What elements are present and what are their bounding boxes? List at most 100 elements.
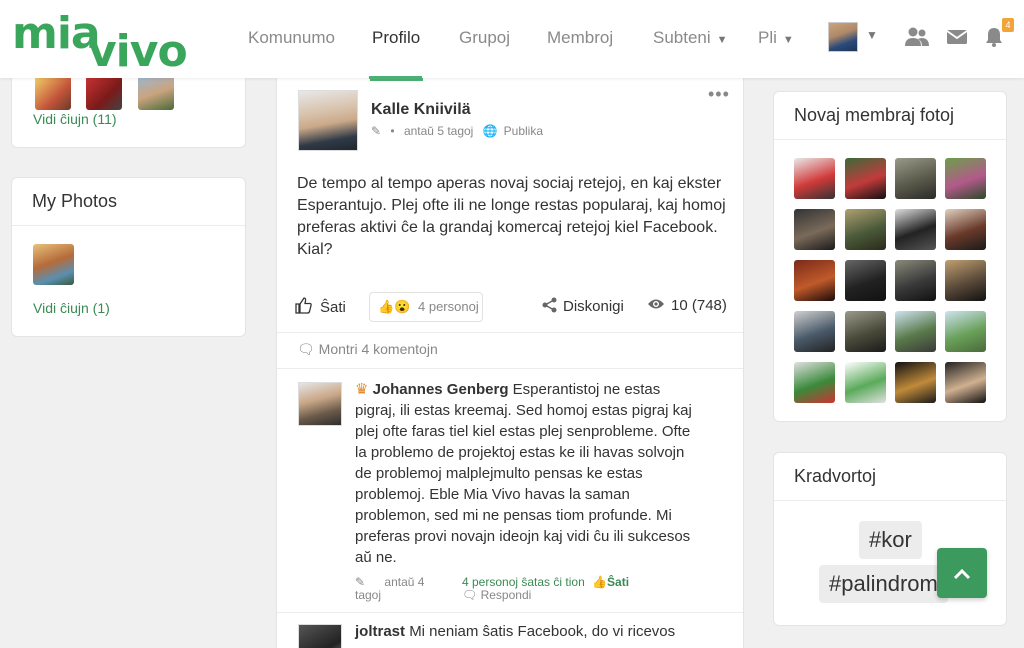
member-photo-thumb[interactable] xyxy=(895,158,936,199)
nav-subteni-label: Subteni xyxy=(653,28,711,47)
scroll-to-top-button[interactable] xyxy=(937,548,987,598)
like-label: Ŝati xyxy=(320,299,346,316)
member-photo-thumb[interactable] xyxy=(845,209,886,250)
comment-body: joltrast Mi neniam ŝatis Facebook, do vi… xyxy=(355,621,700,642)
nav-grupoj[interactable]: Grupoj xyxy=(459,28,510,48)
chevron-down-icon[interactable]: ▼ xyxy=(866,28,878,42)
nav-pli[interactable]: Pli ▼ xyxy=(758,28,794,48)
post-visibility[interactable]: Publika xyxy=(504,124,543,138)
comment-reply-label: Respondi xyxy=(480,588,532,602)
edit-icon[interactable]: ✎ xyxy=(371,124,381,138)
member-photo-thumb[interactable] xyxy=(845,158,886,199)
share-label: Diskonigi xyxy=(563,298,624,315)
show-comments-link[interactable]: 🗨 Montri 4 komentojn xyxy=(297,341,438,358)
tags-card: Kradvortoj #kor #palindrom xyxy=(773,452,1007,626)
comments-icon: 🗨 xyxy=(297,341,315,357)
friend-avatar[interactable] xyxy=(138,76,174,110)
new-member-photos-title: Novaj membraj fotoj xyxy=(774,92,1006,140)
comment-body: ♛ Johannes Genberg Esperantistoj ne esta… xyxy=(355,379,700,568)
chevron-down-icon: ▼ xyxy=(716,34,728,46)
member-photo-thumb[interactable] xyxy=(945,362,986,403)
comment-time-line2: tagoj xyxy=(355,588,382,602)
tags-title: Kradvortoj xyxy=(774,453,1006,501)
views-counter: 10 (748) xyxy=(647,297,727,314)
nav-membroj[interactable]: Membroj xyxy=(547,28,613,48)
nav-subteni[interactable]: Subteni ▼ xyxy=(653,28,728,48)
comment-text: Mi neniam ŝatis Facebook, do vi ricevos xyxy=(409,623,676,640)
member-photo-thumb[interactable] xyxy=(794,362,835,403)
meta-separator: • xyxy=(390,124,395,138)
my-photo-thumb[interactable] xyxy=(33,244,74,285)
comment-reply-button[interactable]: 🗨 Respondi xyxy=(462,588,531,602)
wow-reaction-icon: 😮 xyxy=(394,299,411,314)
comment-author-name[interactable]: Johannes Genberg xyxy=(373,381,509,398)
comment-time: ✎ antaŭ 4 tagoj xyxy=(355,576,455,602)
reactions-count: 4 personoj xyxy=(418,299,479,314)
nav-profilo[interactable]: Profilo xyxy=(372,28,420,48)
member-photo-thumb[interactable] xyxy=(895,209,936,250)
comments-list: ♛ Johannes Genberg Esperantistoj ne esta… xyxy=(277,368,743,648)
member-photo-thumb[interactable] xyxy=(945,260,986,301)
member-photo-thumb[interactable] xyxy=(895,362,936,403)
member-photo-thumb[interactable] xyxy=(794,209,835,250)
member-photo-thumb[interactable] xyxy=(895,260,936,301)
member-photo-thumb[interactable] xyxy=(794,158,835,199)
tag-link[interactable]: #kor xyxy=(859,521,922,559)
comment-text: Esperantistoj ne estas pigraj, ili estas… xyxy=(355,381,692,566)
friends-see-all-link[interactable]: Vidi ĉiujn (11) xyxy=(33,111,117,127)
thumbs-up-reaction-icon: 👍 xyxy=(378,299,395,314)
users-icon[interactable] xyxy=(904,26,930,48)
post-time: antaŭ 5 tagoj xyxy=(403,124,474,138)
member-photo-thumb[interactable] xyxy=(945,209,986,250)
nav-komunumo[interactable]: Komunumo xyxy=(248,28,335,48)
member-photo-thumb[interactable] xyxy=(845,362,886,403)
notification-count-badge: 4 xyxy=(1002,18,1014,32)
show-comments-label: Montri 4 komentojn xyxy=(318,341,438,357)
comment-author-name[interactable]: joltrast xyxy=(355,623,405,640)
share-icon xyxy=(542,297,557,313)
envelope-icon[interactable] xyxy=(946,26,972,48)
logo-text-vivo: vivo xyxy=(88,26,188,77)
crown-icon: ♛ xyxy=(355,381,369,398)
post-actions: Ŝati 👍😮 4 personoj Diskonigi 10 (748) xyxy=(277,291,743,333)
views-count: 10 (748) xyxy=(671,297,727,314)
chevron-up-icon xyxy=(953,569,971,580)
edit-icon[interactable]: ✎ xyxy=(355,575,365,589)
post-meta: ✎ • antaŭ 5 tagoj 🌐 Publika xyxy=(371,124,549,138)
post-body: De tempo al tempo aperas novaj sociaj re… xyxy=(297,175,726,258)
my-photos-title: My Photos xyxy=(12,178,245,226)
comment-author-avatar[interactable] xyxy=(298,624,342,648)
my-photos-card: My Photos Vidi ĉiujn (1) xyxy=(11,177,246,337)
chevron-down-icon: ▼ xyxy=(782,34,794,46)
reactions-summary[interactable]: 👍😮 4 personoj xyxy=(369,292,483,322)
comment-like-button[interactable]: 👍Ŝati xyxy=(592,575,629,589)
more-options-icon[interactable]: ••• xyxy=(708,84,730,105)
thumbs-up-icon xyxy=(295,297,312,314)
post-author-name[interactable]: Kalle Kniivilä xyxy=(371,101,471,119)
member-photo-thumb[interactable] xyxy=(845,260,886,301)
comment-like-label: Ŝati xyxy=(607,575,630,589)
friend-avatar[interactable] xyxy=(35,76,71,110)
tag-link[interactable]: #palindrom xyxy=(819,565,948,603)
like-button[interactable]: Ŝati xyxy=(295,297,346,316)
active-nav-indicator xyxy=(369,76,422,79)
member-photo-thumb[interactable] xyxy=(945,311,986,352)
thumbs-up-icon: 👍 xyxy=(592,575,608,589)
photos-see-all-link[interactable]: Vidi ĉiujn (1) xyxy=(33,300,110,316)
comment-time-line1: antaŭ 4 xyxy=(384,575,425,589)
eye-icon xyxy=(648,299,664,309)
comment-actions: 4 personoj ŝatas ĉi tion 👍Ŝati 🗨 Respond… xyxy=(462,576,662,602)
member-photo-thumb[interactable] xyxy=(794,260,835,301)
share-button[interactable]: Diskonigi xyxy=(542,297,624,315)
user-avatar[interactable] xyxy=(828,22,858,52)
comment-likes-count[interactable]: 4 personoj ŝatas ĉi tion xyxy=(462,575,585,589)
member-photo-thumb[interactable] xyxy=(794,311,835,352)
member-photo-thumb[interactable] xyxy=(895,311,936,352)
site-logo[interactable]: mia vivo xyxy=(12,2,188,77)
logo-text-mia: mia xyxy=(12,8,101,59)
comment-author-avatar[interactable] xyxy=(298,382,342,426)
friend-avatar[interactable] xyxy=(86,76,122,110)
post-author-avatar[interactable] xyxy=(298,90,358,151)
member-photo-thumb[interactable] xyxy=(945,158,986,199)
member-photo-thumb[interactable] xyxy=(845,311,886,352)
